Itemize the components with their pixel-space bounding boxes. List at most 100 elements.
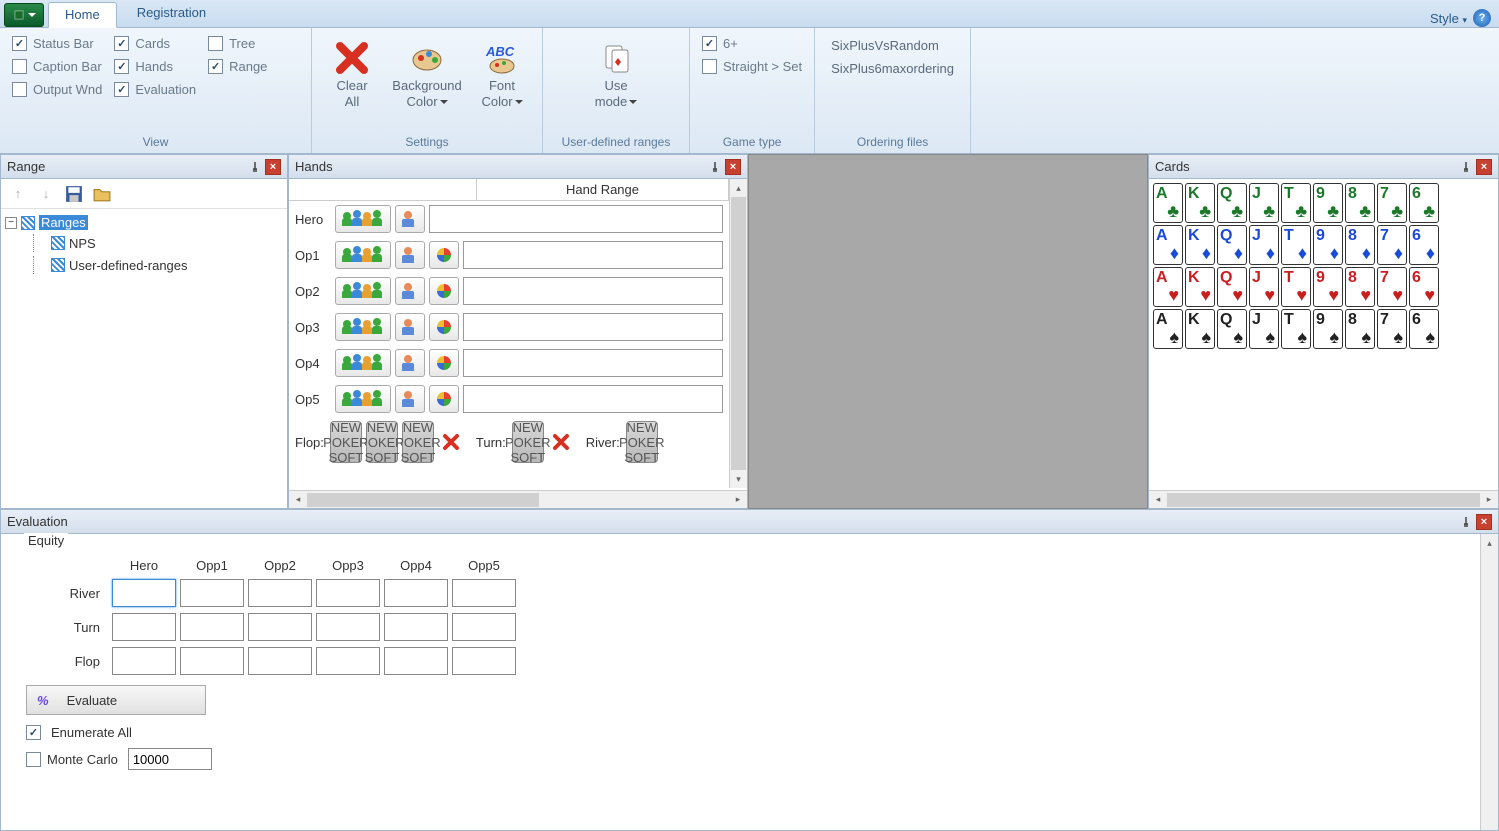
card-Kh[interactable]: K♥ <box>1185 267 1215 307</box>
hand-range-input-op3[interactable] <box>463 313 723 341</box>
equity-cell-flop-opp2[interactable] <box>248 647 312 675</box>
monte-carlo-check[interactable]: Monte Carlo <box>26 752 118 767</box>
cards-hscrollbar[interactable]: ◂ ▸ <box>1149 490 1498 508</box>
check-tree[interactable]: Tree <box>208 36 267 51</box>
range-balls-button[interactable] <box>429 349 459 377</box>
tab-registration[interactable]: Registration <box>121 1 222 27</box>
card-As[interactable]: A♠ <box>1153 309 1183 349</box>
help-icon[interactable]: ? <box>1473 9 1491 27</box>
card-9c[interactable]: 9♣ <box>1313 183 1343 223</box>
enumerate-all-check[interactable]: ✓Enumerate All <box>26 725 648 740</box>
equity-cell-turn-opp4[interactable] <box>384 613 448 641</box>
save-button[interactable] <box>65 185 83 203</box>
hand-range-input-op4[interactable] <box>463 349 723 377</box>
equity-cell-river-opp3[interactable] <box>316 579 380 607</box>
down-arrow-button[interactable]: ↓ <box>37 185 55 203</box>
equity-cell-flop-hero[interactable] <box>112 647 176 675</box>
card-8h[interactable]: 8♥ <box>1345 267 1375 307</box>
card-7c[interactable]: 7♣ <box>1377 183 1407 223</box>
flop-slot-1[interactable]: NEWPOKERSOFT <box>330 421 362 463</box>
card-Qd[interactable]: Q♦ <box>1217 225 1247 265</box>
range-balls-button[interactable] <box>429 241 459 269</box>
range-person-button[interactable] <box>395 277 425 305</box>
monte-carlo-value-input[interactable] <box>128 748 212 770</box>
bg-color-button[interactable]: Background Color <box>388 34 466 133</box>
equity-cell-turn-opp5[interactable] <box>452 613 516 641</box>
card-Ac[interactable]: A♣ <box>1153 183 1183 223</box>
collapse-icon[interactable]: − <box>5 217 17 229</box>
hand-range-input-hero[interactable] <box>429 205 723 233</box>
card-Qc[interactable]: Q♣ <box>1217 183 1247 223</box>
clear-all-button[interactable]: Clear All <box>320 34 384 133</box>
card-Th[interactable]: T♥ <box>1281 267 1311 307</box>
card-7h[interactable]: 7♥ <box>1377 267 1407 307</box>
range-people-button[interactable] <box>335 313 391 341</box>
card-Jc[interactable]: J♣ <box>1249 183 1279 223</box>
card-6c[interactable]: 6♣ <box>1409 183 1439 223</box>
close-icon[interactable]: × <box>725 159 741 175</box>
equity-cell-turn-opp2[interactable] <box>248 613 312 641</box>
card-8d[interactable]: 8♦ <box>1345 225 1375 265</box>
check-cards[interactable]: ✓Cards <box>114 36 196 51</box>
pin-icon[interactable] <box>1458 514 1474 530</box>
eval-vscrollbar[interactable]: ▴ <box>1480 534 1498 830</box>
use-mode-button[interactable]: Use mode <box>551 34 681 133</box>
check-evaluation[interactable]: ✓Evaluation <box>114 82 196 97</box>
range-people-button[interactable] <box>335 349 391 377</box>
card-7d[interactable]: 7♦ <box>1377 225 1407 265</box>
equity-cell-flop-opp5[interactable] <box>452 647 516 675</box>
check-straight-set[interactable]: Straight > Set <box>702 59 802 74</box>
tree-root-ranges[interactable]: − Ranges <box>5 213 283 232</box>
card-Jh[interactable]: J♥ <box>1249 267 1279 307</box>
equity-cell-turn-hero[interactable] <box>112 613 176 641</box>
ordering-link-2[interactable]: SixPlus6maxordering <box>831 61 954 76</box>
card-Kd[interactable]: K♦ <box>1185 225 1215 265</box>
ordering-link-1[interactable]: SixPlusVsRandom <box>831 38 954 53</box>
equity-cell-river-opp5[interactable] <box>452 579 516 607</box>
equity-cell-river-opp4[interactable] <box>384 579 448 607</box>
tab-home[interactable]: Home <box>48 2 117 28</box>
range-people-button[interactable] <box>335 241 391 269</box>
check-hands[interactable]: ✓Hands <box>114 59 196 74</box>
range-person-button[interactable] <box>395 241 425 269</box>
card-Js[interactable]: J♠ <box>1249 309 1279 349</box>
card-Ts[interactable]: T♠ <box>1281 309 1311 349</box>
flop-slot-2[interactable]: NEWPOKERSOFT <box>366 421 398 463</box>
river-slot[interactable]: NEWPOKERSOFT <box>626 421 658 463</box>
range-people-button[interactable] <box>335 277 391 305</box>
hand-range-input-op2[interactable] <box>463 277 723 305</box>
range-balls-button[interactable] <box>429 385 459 413</box>
check-six-plus[interactable]: ✓6+ <box>702 36 802 51</box>
card-6s[interactable]: 6♠ <box>1409 309 1439 349</box>
card-8c[interactable]: 8♣ <box>1345 183 1375 223</box>
turn-slot[interactable]: NEWPOKERSOFT <box>512 421 544 463</box>
equity-cell-flop-opp4[interactable] <box>384 647 448 675</box>
card-9h[interactable]: 9♥ <box>1313 267 1343 307</box>
pin-icon[interactable] <box>707 159 723 175</box>
card-Td[interactable]: T♦ <box>1281 225 1311 265</box>
style-dropdown[interactable]: Style ▾ <box>1430 11 1467 26</box>
card-9s[interactable]: 9♠ <box>1313 309 1343 349</box>
clear-turn-button[interactable] <box>548 429 574 455</box>
equity-cell-river-opp1[interactable] <box>180 579 244 607</box>
equity-cell-river-opp2[interactable] <box>248 579 312 607</box>
check-status-bar[interactable]: ✓Status Bar <box>12 36 102 51</box>
equity-cell-turn-opp3[interactable] <box>316 613 380 641</box>
range-people-button[interactable] <box>335 205 391 233</box>
tree-item-nps[interactable]: NPS <box>5 232 283 254</box>
card-Tc[interactable]: T♣ <box>1281 183 1311 223</box>
tree-item-udr[interactable]: User-defined-ranges <box>5 254 283 276</box>
range-balls-button[interactable] <box>429 313 459 341</box>
evaluate-button[interactable]: % Evaluate <box>26 685 206 715</box>
equity-cell-flop-opp3[interactable] <box>316 647 380 675</box>
open-button[interactable] <box>93 185 111 203</box>
equity-cell-flop-opp1[interactable] <box>180 647 244 675</box>
close-icon[interactable]: × <box>1476 159 1492 175</box>
card-Ks[interactable]: K♠ <box>1185 309 1215 349</box>
card-6h[interactable]: 6♥ <box>1409 267 1439 307</box>
close-icon[interactable]: × <box>1476 514 1492 530</box>
clear-flop-button[interactable] <box>438 429 464 455</box>
app-menu-button[interactable] <box>4 3 44 27</box>
check-caption-bar[interactable]: Caption Bar <box>12 59 102 74</box>
range-person-button[interactable] <box>395 313 425 341</box>
